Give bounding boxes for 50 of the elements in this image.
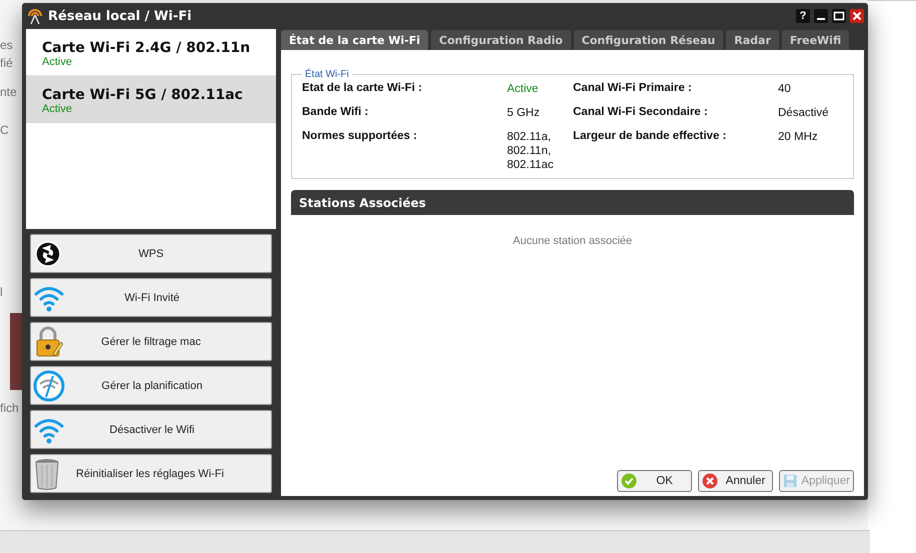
- field-label: Bande Wifi :: [302, 106, 370, 120]
- field-value: 40: [778, 82, 792, 96]
- action-button[interactable]: Désactiver le Wifi: [30, 410, 272, 449]
- tab[interactable]: Configuration Réseau: [574, 30, 724, 50]
- background-text: l: [0, 285, 3, 299]
- field-label: Etat de la carte Wi-Fi :: [302, 82, 424, 96]
- check-icon: [621, 473, 637, 489]
- card-status: Active: [42, 56, 73, 68]
- field-value: 20 MHz: [778, 130, 819, 145]
- dialog-button[interactable]: OK: [617, 470, 692, 492]
- field-value: Active: [507, 82, 540, 96]
- dialog-button[interactable]: Annuler: [698, 470, 773, 492]
- card-name: Carte Wi-Fi 2.4G / 802.11n: [42, 40, 252, 56]
- background-text: nte: [0, 85, 17, 99]
- section-header: Stations Associées: [291, 190, 854, 215]
- card-item[interactable]: Carte Wi-Fi 5G / 802.11ac Active: [26, 76, 276, 123]
- card-name: Carte Wi-Fi 5G / 802.11ac: [42, 87, 244, 103]
- background-text: C: [0, 123, 9, 137]
- field-label: Canal Wi-Fi Secondaire :: [573, 106, 709, 120]
- clock-icon: [33, 370, 65, 402]
- window-title: Réseau local / Wi-Fi: [48, 8, 193, 24]
- field-label: Normes supportées :: [302, 130, 418, 144]
- field-value: 802.11a, 802.11n, 802.11ac: [507, 130, 554, 172]
- group-legend: État Wi-Fi: [302, 69, 352, 80]
- empty-message: Aucune station associée: [512, 235, 634, 247]
- background-text: fich: [0, 401, 19, 415]
- action-button[interactable]: Gérer la planification: [30, 366, 272, 405]
- floppy-icon: [783, 473, 798, 489]
- action-button[interactable]: WPS: [30, 234, 272, 273]
- field-label: Largeur de bande effective :: [573, 130, 728, 144]
- minimize-icon[interactable]: [814, 9, 828, 23]
- close-icon[interactable]: [850, 9, 864, 23]
- cross-icon: [702, 473, 718, 489]
- action-button[interactable]: Réinitialiser les réglages Wi-Fi: [30, 454, 272, 493]
- field-label: Canal Wi-Fi Primaire :: [573, 82, 693, 96]
- tab[interactable]: FreeWifi: [782, 30, 850, 50]
- background-text: fié: [0, 56, 13, 70]
- action-button[interactable]: Gérer le filtrage mac: [30, 322, 272, 361]
- action-button[interactable]: Wi-Fi Invité: [30, 278, 272, 317]
- tab[interactable]: État de la carte Wi-Fi: [281, 30, 428, 50]
- maximize-icon[interactable]: [832, 9, 846, 23]
- antenna-icon: [26, 7, 44, 25]
- field-value: Désactivé: [778, 106, 830, 120]
- background-text: es: [0, 38, 13, 52]
- field-value: 5 GHz: [507, 106, 541, 120]
- tab[interactable]: Configuration Radio: [431, 30, 571, 50]
- card-status: Active: [42, 103, 73, 115]
- tab[interactable]: Radar: [726, 30, 779, 50]
- help-button[interactable]: ?: [796, 9, 810, 23]
- trash-icon: [33, 456, 61, 490]
